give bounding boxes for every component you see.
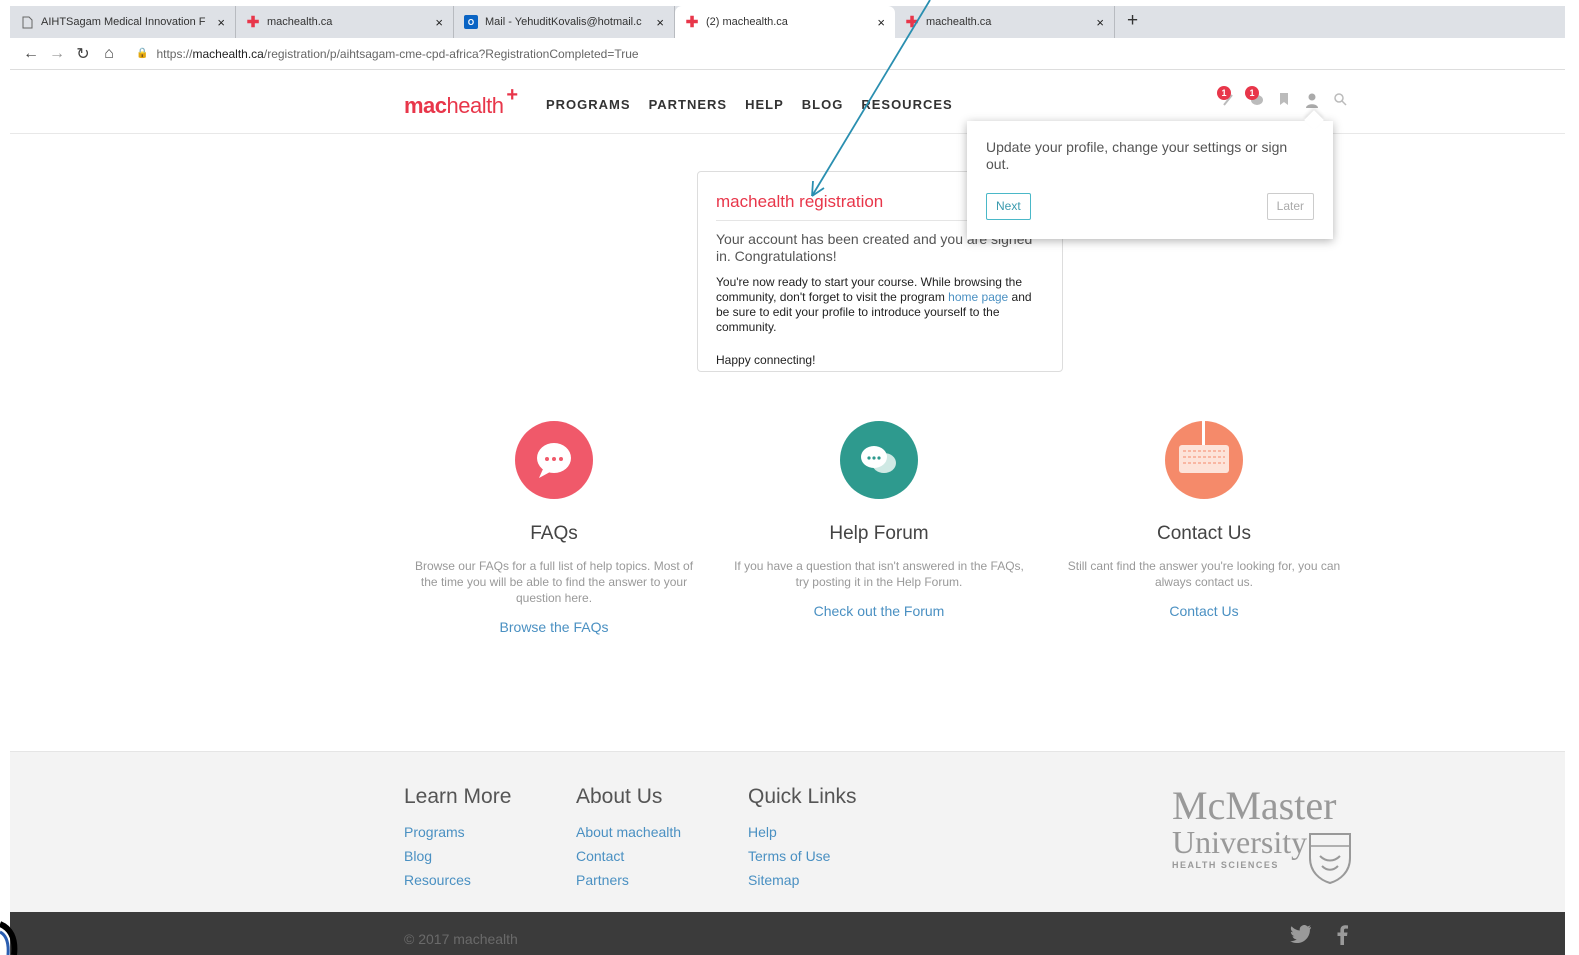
lock-icon: 🔒	[136, 48, 149, 59]
user-profile-icon[interactable]	[1304, 92, 1320, 108]
help-forum-title: Help Forum	[829, 523, 929, 544]
footer-heading: Learn More	[404, 785, 512, 808]
footer-bottom-bar: © 2017 machealth	[10, 912, 1565, 955]
browse-faqs-link[interactable]: Browse the FAQs	[409, 619, 699, 635]
contact-section: Contact Us Still cant find the answer yo…	[1059, 421, 1349, 619]
close-tab-icon[interactable]: ×	[435, 15, 443, 30]
footer-quick-links: Quick Links Help Terms of Use Sitemap	[748, 785, 857, 889]
nav-partners[interactable]: PARTNERS	[649, 97, 728, 112]
forum-chat-icon	[840, 421, 918, 499]
faq-icon	[515, 421, 593, 499]
notifications-icon[interactable]: 1	[1217, 86, 1236, 108]
browser-tab[interactable]: ✚ machealth.ca ×	[895, 6, 1115, 38]
machealth-icon: ✚	[905, 14, 919, 31]
footer-about-us: About Us About machealth Contact Partner…	[576, 785, 681, 889]
url-domain: machealth.ca	[192, 46, 264, 61]
popover-text: Update your profile, change your setting…	[986, 139, 1288, 172]
footer-link-about[interactable]: About machealth	[576, 823, 681, 841]
address-bar[interactable]: https://machealth.ca/registration/p/aiht…	[156, 47, 638, 61]
footer-link-terms[interactable]: Terms of Use	[748, 847, 857, 865]
faq-title: FAQs	[530, 523, 578, 544]
messages-badge: 1	[1245, 86, 1259, 100]
help-forum-description: If you have a question that isn't answer…	[734, 559, 1024, 589]
check-out-forum-link[interactable]: Check out the Forum	[734, 603, 1024, 619]
browser-toolbar: ← → ↻ ⌂ 🔒 https://machealth.ca/registrat…	[10, 38, 1565, 70]
new-tab-button[interactable]: +	[1127, 6, 1138, 38]
browser-tab-title: machealth.ca	[267, 16, 333, 28]
social-links	[1290, 925, 1348, 951]
outlook-icon: O	[464, 15, 478, 29]
mcmaster-logo[interactable]: McMaster University HEALTH SCIENCES	[1172, 786, 1354, 886]
browser-tab[interactable]: AIHTSagam Medical Innovation F ×	[10, 6, 236, 38]
registration-body: You're now ready to start your course. W…	[716, 275, 1044, 335]
notifications-badge: 1	[1217, 86, 1231, 100]
footer-link-contact[interactable]: Contact	[576, 847, 681, 865]
contact-title: Contact Us	[1157, 523, 1251, 544]
twitter-icon[interactable]	[1290, 925, 1312, 951]
logo-text-bold: mac	[404, 93, 447, 118]
footer-heading: About Us	[576, 785, 663, 808]
site-footer: Learn More Programs Blog Resources About…	[10, 751, 1565, 912]
footer-link-resources[interactable]: Resources	[404, 871, 511, 889]
logo-plus-icon: +	[506, 84, 518, 106]
footer-link-sitemap[interactable]: Sitemap	[748, 871, 857, 889]
browser-tab-title: machealth.ca	[926, 16, 992, 28]
bookmark-icon[interactable]	[1276, 92, 1292, 108]
logo-text: health	[446, 93, 504, 118]
nav-blog[interactable]: BLOG	[802, 97, 844, 112]
url-prefix: https://	[156, 46, 193, 61]
machealth-icon: ✚	[246, 14, 260, 31]
main-nav: PROGRAMS PARTNERS HELP BLOG RESOURCES	[546, 97, 953, 112]
nav-help[interactable]: HELP	[745, 97, 784, 112]
messages-icon[interactable]: 1	[1245, 86, 1264, 108]
contact-us-link[interactable]: Contact Us	[1059, 603, 1349, 619]
forward-icon[interactable]: →	[44, 45, 70, 63]
close-tab-icon[interactable]: ×	[1096, 15, 1104, 30]
footer-learn-more: Learn More Programs Blog Resources	[404, 785, 511, 889]
keyboard-icon	[1165, 421, 1243, 499]
decorative-swirl	[0, 921, 18, 955]
close-tab-icon[interactable]: ×	[217, 15, 225, 30]
close-tab-icon[interactable]: ×	[877, 15, 885, 30]
browser-tab-title: (2) machealth.ca	[706, 16, 788, 28]
close-tab-icon[interactable]: ×	[656, 15, 664, 30]
browser-tab[interactable]: ✚ machealth.ca ×	[236, 6, 454, 38]
footer-heading: Quick Links	[748, 785, 857, 808]
back-icon[interactable]: ←	[18, 45, 44, 63]
browser-tab[interactable]: O Mail - YehuditKovalis@hotmail.c ×	[454, 6, 675, 38]
nav-programs[interactable]: PROGRAMS	[546, 97, 631, 112]
faq-section: FAQs Browse our FAQs for a full list of …	[409, 421, 699, 635]
profile-tour-popover: Update your profile, change your setting…	[967, 121, 1333, 239]
header-icons: 1 1	[1217, 86, 1348, 108]
contact-description: Still cant find the answer you're lookin…	[1067, 559, 1341, 589]
footer-link-partners[interactable]: Partners	[576, 871, 681, 889]
footer-link-programs[interactable]: Programs	[404, 823, 511, 841]
machealth-icon: ✚	[685, 14, 699, 31]
nav-resources[interactable]: RESOURCES	[861, 97, 952, 112]
registration-closing: Happy connecting!	[716, 353, 816, 367]
facebook-icon[interactable]	[1336, 925, 1348, 951]
browser-tab-strip: AIHTSagam Medical Innovation F × ✚ mache…	[10, 6, 1565, 38]
mcmaster-logo-line1: McMaster	[1172, 783, 1337, 828]
footer-link-blog[interactable]: Blog	[404, 847, 511, 865]
reload-icon[interactable]: ↻	[70, 44, 96, 64]
copyright: © 2017 machealth	[404, 931, 518, 947]
search-icon[interactable]	[1332, 92, 1348, 108]
mcmaster-crest-icon	[1309, 833, 1351, 884]
next-button[interactable]: Next	[986, 193, 1031, 220]
footer-link-help[interactable]: Help	[748, 823, 857, 841]
faq-description: Browse our FAQs for a full list of help …	[414, 559, 694, 605]
home-icon[interactable]: ⌂	[96, 45, 122, 63]
later-button[interactable]: Later	[1266, 193, 1314, 220]
home-page-link[interactable]: home page	[948, 290, 1008, 304]
help-forum-section: Help Forum If you have a question that i…	[734, 421, 1024, 619]
page-icon	[20, 15, 34, 29]
url-path: /registration/p/aihtsagam-cme-cpd-africa…	[263, 46, 639, 61]
browser-tab-title: Mail - YehuditKovalis@hotmail.c	[485, 16, 642, 28]
browser-tab-title: AIHTSagam Medical Innovation F	[41, 16, 206, 28]
browser-tab-active[interactable]: ✚ (2) machealth.ca ×	[675, 6, 895, 38]
machealth-logo[interactable]: machealth +	[404, 84, 518, 119]
